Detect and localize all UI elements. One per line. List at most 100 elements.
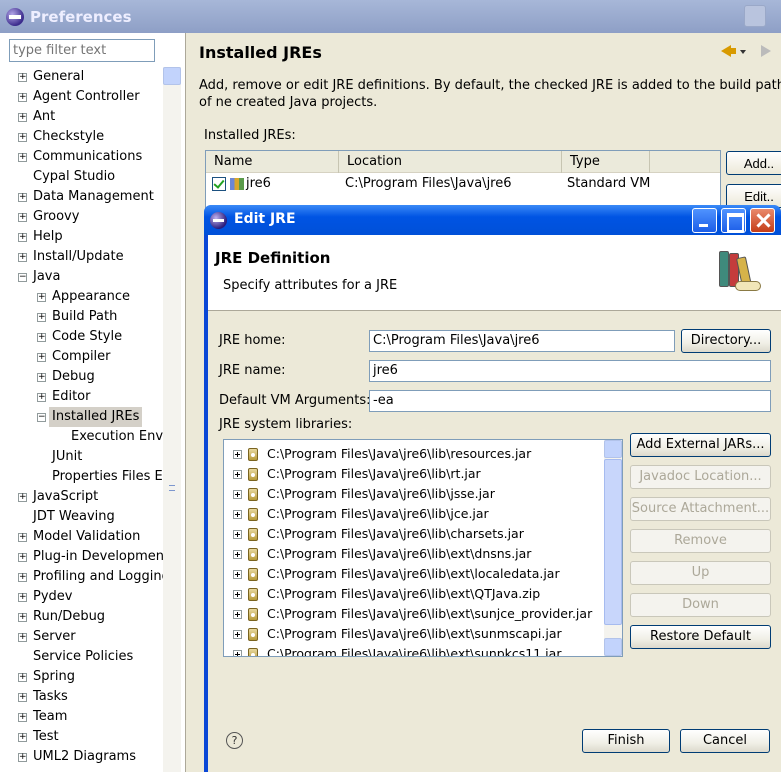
expand-icon[interactable]: + xyxy=(18,733,27,742)
tree-item[interactable]: + Server xyxy=(0,627,166,647)
tree-item[interactable]: + Team xyxy=(0,707,166,727)
maximize-icon[interactable] xyxy=(721,208,746,233)
tree-item[interactable]: JUnit xyxy=(0,447,166,467)
expand-icon[interactable]: + xyxy=(18,553,27,562)
system-libraries-tree[interactable]: C:\Program Files\Java\jre6\lib\resources… xyxy=(223,439,623,657)
tree-item[interactable]: + Pydev xyxy=(0,587,166,607)
library-row[interactable]: C:\Program Files\Java\jre6\lib\jce.jar xyxy=(224,504,602,524)
tree-item[interactable]: + Ant xyxy=(0,107,166,127)
expand-icon[interactable] xyxy=(233,490,242,499)
library-row[interactable]: C:\Program Files\Java\jre6\lib\ext\QTJav… xyxy=(224,584,602,604)
expand-icon[interactable]: + xyxy=(18,753,27,762)
expand-icon[interactable]: + xyxy=(18,693,27,702)
library-row[interactable]: C:\Program Files\Java\jre6\lib\ext\sunms… xyxy=(224,624,602,644)
restore-default-button[interactable]: Restore Default xyxy=(630,625,771,649)
tree-item[interactable]: + JavaScript xyxy=(0,487,166,507)
library-row[interactable]: C:\Program Files\Java\jre6\lib\ext\sunjc… xyxy=(224,604,602,624)
library-row[interactable]: C:\Program Files\Java\jre6\lib\charsets.… xyxy=(224,524,602,544)
source-attachment-button[interactable]: Source Attachment... xyxy=(630,497,771,521)
tree-item[interactable]: − Java xyxy=(0,267,166,287)
tree-item[interactable]: + Appearance xyxy=(0,287,166,307)
expand-icon[interactable] xyxy=(233,650,242,656)
tree-item[interactable]: + Editor xyxy=(0,387,166,407)
expand-icon[interactable]: + xyxy=(18,193,27,202)
tree-item[interactable]: + Agent Controller xyxy=(0,87,166,107)
expand-icon[interactable] xyxy=(233,610,242,619)
add-external-jars-button[interactable]: Add External JARs... xyxy=(630,433,771,457)
scroll-down-arrow[interactable] xyxy=(604,638,622,656)
library-row[interactable]: C:\Program Files\Java\jre6\lib\resources… xyxy=(224,444,602,464)
tree-scrollbar[interactable] xyxy=(163,67,181,772)
expand-icon[interactable]: + xyxy=(18,593,27,602)
tree-item[interactable]: + Install/Update xyxy=(0,247,166,267)
expand-icon[interactable]: + xyxy=(18,133,27,142)
expand-icon[interactable]: + xyxy=(37,353,46,362)
filter-input[interactable] xyxy=(9,39,155,62)
finish-button[interactable]: Finish xyxy=(582,729,670,753)
tree-item[interactable]: + Profiling and Logging xyxy=(0,567,170,587)
libraries-scrollbar[interactable] xyxy=(604,440,622,656)
help-icon[interactable]: ? xyxy=(226,732,243,749)
directory-button[interactable]: Directory... xyxy=(681,329,771,353)
minimize-icon[interactable] xyxy=(692,208,717,233)
expand-icon[interactable]: + xyxy=(18,633,27,642)
scroll-up-arrow[interactable] xyxy=(604,440,622,458)
remove-button[interactable]: Remove xyxy=(630,529,771,553)
minimize-button[interactable] xyxy=(744,5,766,27)
tree-item[interactable]: + Test xyxy=(0,727,166,747)
tree-item[interactable]: + Data Management xyxy=(0,187,166,207)
dialog-titlebar[interactable]: Edit JRE xyxy=(204,205,781,235)
expand-icon[interactable]: + xyxy=(37,373,46,382)
add-jre-button[interactable]: Add.. xyxy=(726,151,781,175)
expand-icon[interactable] xyxy=(233,470,242,479)
expand-icon[interactable]: + xyxy=(18,493,27,502)
tree-item[interactable]: + General xyxy=(0,67,166,87)
expand-icon[interactable]: + xyxy=(18,613,27,622)
expand-icon[interactable]: + xyxy=(37,293,46,302)
expand-icon[interactable] xyxy=(233,550,242,559)
close-icon[interactable] xyxy=(750,208,775,233)
down-button[interactable]: Down xyxy=(630,593,771,617)
expand-icon[interactable]: + xyxy=(18,113,27,122)
tree-item[interactable]: Properties Files Ed xyxy=(0,467,171,487)
tree-item[interactable]: − Installed JREs xyxy=(0,407,166,427)
scroll-up-arrow[interactable] xyxy=(163,67,181,85)
collapse-icon[interactable]: − xyxy=(37,413,46,422)
library-row[interactable]: C:\Program Files\Java\jre6\lib\ext\dnsns… xyxy=(224,544,602,564)
tree-item[interactable]: + Run/Debug xyxy=(0,607,166,627)
tree-item[interactable]: + Help xyxy=(0,227,166,247)
library-row[interactable]: C:\Program Files\Java\jre6\lib\ext\sunpk… xyxy=(224,644,602,656)
expand-icon[interactable]: + xyxy=(18,533,27,542)
up-button[interactable]: Up xyxy=(630,561,771,585)
expand-icon[interactable]: + xyxy=(18,73,27,82)
expand-icon[interactable]: + xyxy=(18,673,27,682)
expand-icon[interactable]: + xyxy=(18,713,27,722)
tree-item[interactable]: JDT Weaving xyxy=(0,507,166,527)
expand-icon[interactable] xyxy=(233,570,242,579)
expand-icon[interactable]: + xyxy=(18,213,27,222)
expand-icon[interactable] xyxy=(233,590,242,599)
default-jre-checkbox[interactable] xyxy=(212,177,226,191)
expand-icon[interactable]: + xyxy=(37,333,46,342)
tree-item[interactable]: + Model Validation xyxy=(0,527,166,547)
expand-icon[interactable] xyxy=(233,630,242,639)
expand-icon[interactable] xyxy=(233,450,242,459)
expand-icon[interactable] xyxy=(233,510,242,519)
vm-args-field[interactable]: -ea xyxy=(369,390,771,412)
library-row[interactable]: C:\Program Files\Java\jre6\lib\ext\local… xyxy=(224,564,602,584)
tree-item[interactable]: + Plug-in Development xyxy=(0,547,169,567)
expand-icon[interactable] xyxy=(233,530,242,539)
tree-item[interactable]: Cypal Studio xyxy=(0,167,166,187)
forward-arrow-icon[interactable] xyxy=(761,45,771,57)
tree-item[interactable]: Execution Envi xyxy=(0,427,167,447)
tree-item[interactable]: + Spring xyxy=(0,667,166,687)
tree-item[interactable]: + UML2 Diagrams xyxy=(0,747,166,767)
tree-item[interactable]: + Communications xyxy=(0,147,166,167)
table-row[interactable]: jre6 C:\Program Files\Java\jre6 Standard… xyxy=(206,174,720,194)
column-location[interactable]: Location xyxy=(339,151,562,173)
column-type[interactable]: Type xyxy=(562,151,650,173)
tree-item[interactable]: + Compiler xyxy=(0,347,166,367)
expand-icon[interactable]: + xyxy=(18,93,27,102)
tree-item[interactable]: + Debug xyxy=(0,367,166,387)
expand-icon[interactable]: + xyxy=(18,233,27,242)
